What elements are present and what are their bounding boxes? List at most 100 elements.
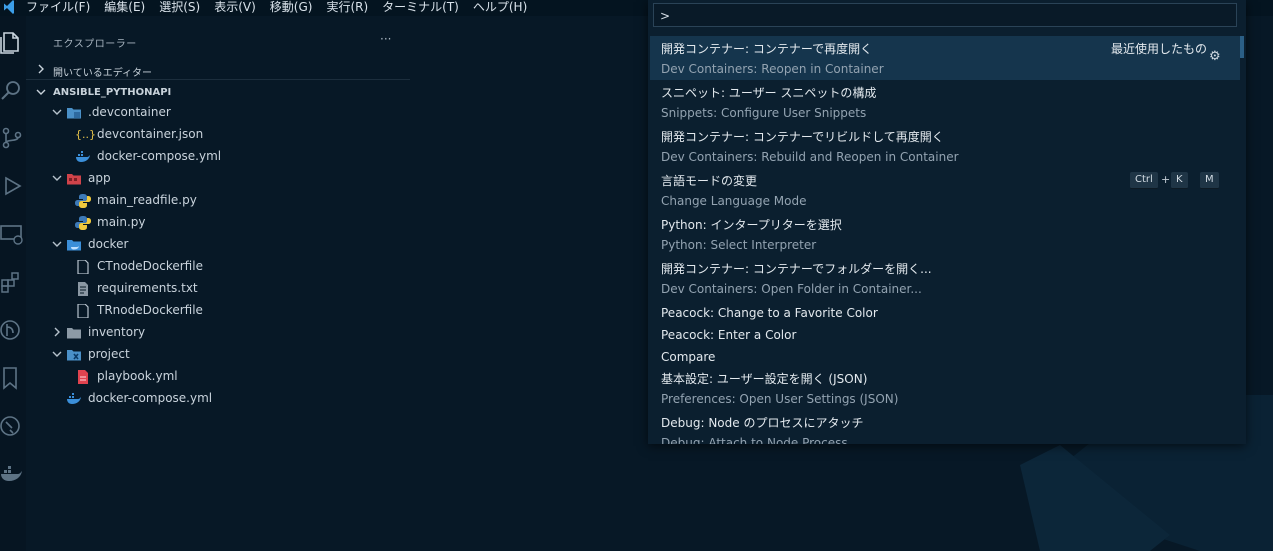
menu-edit[interactable]: 編集(E) xyxy=(104,0,145,14)
command-subtitle: Dev Containers: Rebuild and Reopen in Co… xyxy=(661,150,959,164)
command-item[interactable]: 開発コンテナー: コンテナーでリビルドして再度開く Dev Containers… xyxy=(650,124,1240,168)
explorer-sidebar: エクスプローラー ··· 開いているエディター ANSIBLE_PYTHONAP… xyxy=(26,16,410,551)
docker-file-icon xyxy=(75,150,91,164)
gear-icon[interactable]: ⚙ xyxy=(1209,50,1223,64)
git-graph-icon[interactable] xyxy=(0,318,26,348)
tree-item-playbook[interactable]: playbook.yml xyxy=(26,366,410,388)
project-section[interactable]: ANSIBLE_PYTHONAPI xyxy=(26,83,410,103)
json-file-icon: {..} xyxy=(75,128,96,141)
python-file-icon xyxy=(75,216,91,230)
command-title: 基本設定: ユーザー設定を開く (JSON) xyxy=(661,372,868,386)
command-subtitle: Preferences: Open User Settings (JSON) xyxy=(661,392,899,406)
command-item[interactable]: Debug: Node のプロセスにアタッチ Debug: Attach to … xyxy=(650,410,1240,444)
tree-item-label: docker-compose.yml xyxy=(88,391,213,405)
tree-item-label: requirements.txt xyxy=(97,281,198,295)
menu-file[interactable]: ファイル(F) xyxy=(26,0,90,14)
menu-selection[interactable]: 選択(S) xyxy=(159,0,200,14)
tree-item-project[interactable]: project xyxy=(26,344,410,366)
section-divider xyxy=(26,79,410,80)
tree-item-ctnode-dockerfile[interactable]: CTnodeDockerfile xyxy=(26,256,410,278)
python-file-icon xyxy=(75,194,91,208)
command-item[interactable]: Peacock: Enter a Color xyxy=(650,324,1240,346)
command-title: 開発コンテナー: コンテナーで再度開く xyxy=(661,42,873,56)
command-input[interactable]: > xyxy=(653,3,1237,27)
command-item[interactable]: スニペット: ユーザー スニペットの構成 Snippets: Configure… xyxy=(650,80,1240,124)
tree-item-label: main.py xyxy=(97,215,146,229)
command-title: Peacock: Enter a Color xyxy=(661,328,797,342)
folder-closed-icon xyxy=(66,326,82,340)
chevron-down-icon xyxy=(52,173,62,183)
command-item[interactable]: Peacock: Change to a Favorite Color xyxy=(650,302,1240,324)
command-title: Python: インタープリターを選択 xyxy=(661,218,842,232)
chevron-down-icon xyxy=(52,107,62,117)
tree-item-main-readfile[interactable]: main_readfile.py xyxy=(26,190,410,212)
tree-item-app[interactable]: app xyxy=(26,168,410,190)
command-item[interactable]: 開発コンテナー: コンテナーでフォルダーを開く... Dev Container… xyxy=(650,256,1240,300)
tree-item-label: devcontainer.json xyxy=(97,127,204,141)
open-editors-section[interactable]: 開いているエディター xyxy=(26,60,410,80)
tree-item-label: app xyxy=(88,171,111,185)
chevron-down-icon xyxy=(52,349,62,359)
command-item[interactable]: 基本設定: ユーザー設定を開く (JSON) Preferences: Open… xyxy=(650,366,1240,410)
command-subtitle: Dev Containers: Reopen in Container xyxy=(661,62,884,76)
explorer-icon[interactable] xyxy=(0,30,26,60)
source-control-icon[interactable] xyxy=(0,126,26,156)
command-palette: > 開発コンテナー: コンテナーで再度開く Dev Containers: Re… xyxy=(648,0,1246,444)
remote-explorer-icon[interactable] xyxy=(0,222,26,252)
menu-view[interactable]: 表示(V) xyxy=(214,0,256,14)
tree-item-docker-folder[interactable]: docker xyxy=(26,234,410,256)
folder-app-icon xyxy=(66,172,82,186)
folder-docker-icon xyxy=(66,238,82,252)
command-item[interactable]: Compare xyxy=(650,346,1240,368)
tree-item-devcontainer-json[interactable]: {..} devcontainer.json xyxy=(26,124,410,146)
command-title: 開発コンテナー: コンテナーでフォルダーを開く... xyxy=(661,262,932,276)
command-title: Compare xyxy=(661,350,716,364)
tree-item-label: TRnodeDockerfile xyxy=(97,303,203,317)
command-list: 開発コンテナー: コンテナーで再度開く Dev Containers: Reop… xyxy=(648,36,1246,444)
testing-icon[interactable] xyxy=(0,414,26,444)
menu-terminal[interactable]: ターミナル(T) xyxy=(382,0,459,14)
command-item[interactable]: 開発コンテナー: コンテナーで再度開く Dev Containers: Reop… xyxy=(650,36,1240,80)
vscode-logo-icon xyxy=(4,0,14,14)
tree-item-docker-compose[interactable]: docker-compose.yml xyxy=(26,146,410,168)
tree-item-trnode-dockerfile[interactable]: TRnodeDockerfile xyxy=(26,300,410,322)
folder-project-icon xyxy=(66,348,82,362)
file-icon xyxy=(75,303,91,319)
activity-bar xyxy=(0,16,26,551)
tree-item-label: inventory xyxy=(88,325,146,339)
tree-item-root-docker-compose[interactable]: docker-compose.yml xyxy=(26,388,410,410)
tree-item-requirements[interactable]: requirements.txt xyxy=(26,278,410,300)
recently-used-label: 最近使用したもの xyxy=(1111,42,1208,56)
keybinding-ctrl: Ctrl xyxy=(1130,172,1158,189)
text-file-icon xyxy=(75,282,91,296)
menu-go[interactable]: 移動(G) xyxy=(270,0,313,14)
more-actions-icon[interactable]: ··· xyxy=(380,32,391,46)
open-editors-label: 開いているエディター xyxy=(53,68,152,79)
search-icon[interactable] xyxy=(0,78,26,108)
keybinding-m: M xyxy=(1200,172,1219,189)
explorer-title: エクスプローラー xyxy=(53,39,137,50)
bookmark-icon[interactable] xyxy=(0,366,26,396)
command-item[interactable]: Python: インタープリターを選択 Python: Select Inter… xyxy=(650,212,1240,256)
command-title: 開発コンテナー: コンテナーでリビルドして再度開く xyxy=(661,130,944,144)
chevron-down-icon xyxy=(36,87,46,97)
command-title: 言語モードの変更 xyxy=(661,174,758,188)
chevron-down-icon xyxy=(52,239,62,249)
tree-item-main-py[interactable]: main.py xyxy=(26,212,410,234)
tree-item-devcontainer[interactable]: .devcontainer xyxy=(26,102,410,124)
keybinding-plus: + xyxy=(1161,173,1171,186)
tree-item-label: .devcontainer xyxy=(88,105,171,119)
project-name: ANSIBLE_PYTHONAPI xyxy=(53,87,172,98)
tree-item-inventory[interactable]: inventory xyxy=(26,322,410,344)
docker-icon[interactable] xyxy=(0,462,26,492)
tree-item-label: project xyxy=(88,347,130,361)
menu-help[interactable]: ヘルプ(H) xyxy=(473,0,527,14)
tree-item-label: docker-compose.yml xyxy=(97,149,222,163)
file-icon xyxy=(75,259,91,275)
extensions-icon[interactable] xyxy=(0,270,26,300)
command-subtitle: Dev Containers: Open Folder in Container… xyxy=(661,282,922,296)
run-debug-icon[interactable] xyxy=(0,174,26,204)
menu-run[interactable]: 実行(R) xyxy=(326,0,368,14)
tree-item-label: CTnodeDockerfile xyxy=(97,259,203,273)
chevron-right-icon xyxy=(52,327,62,337)
